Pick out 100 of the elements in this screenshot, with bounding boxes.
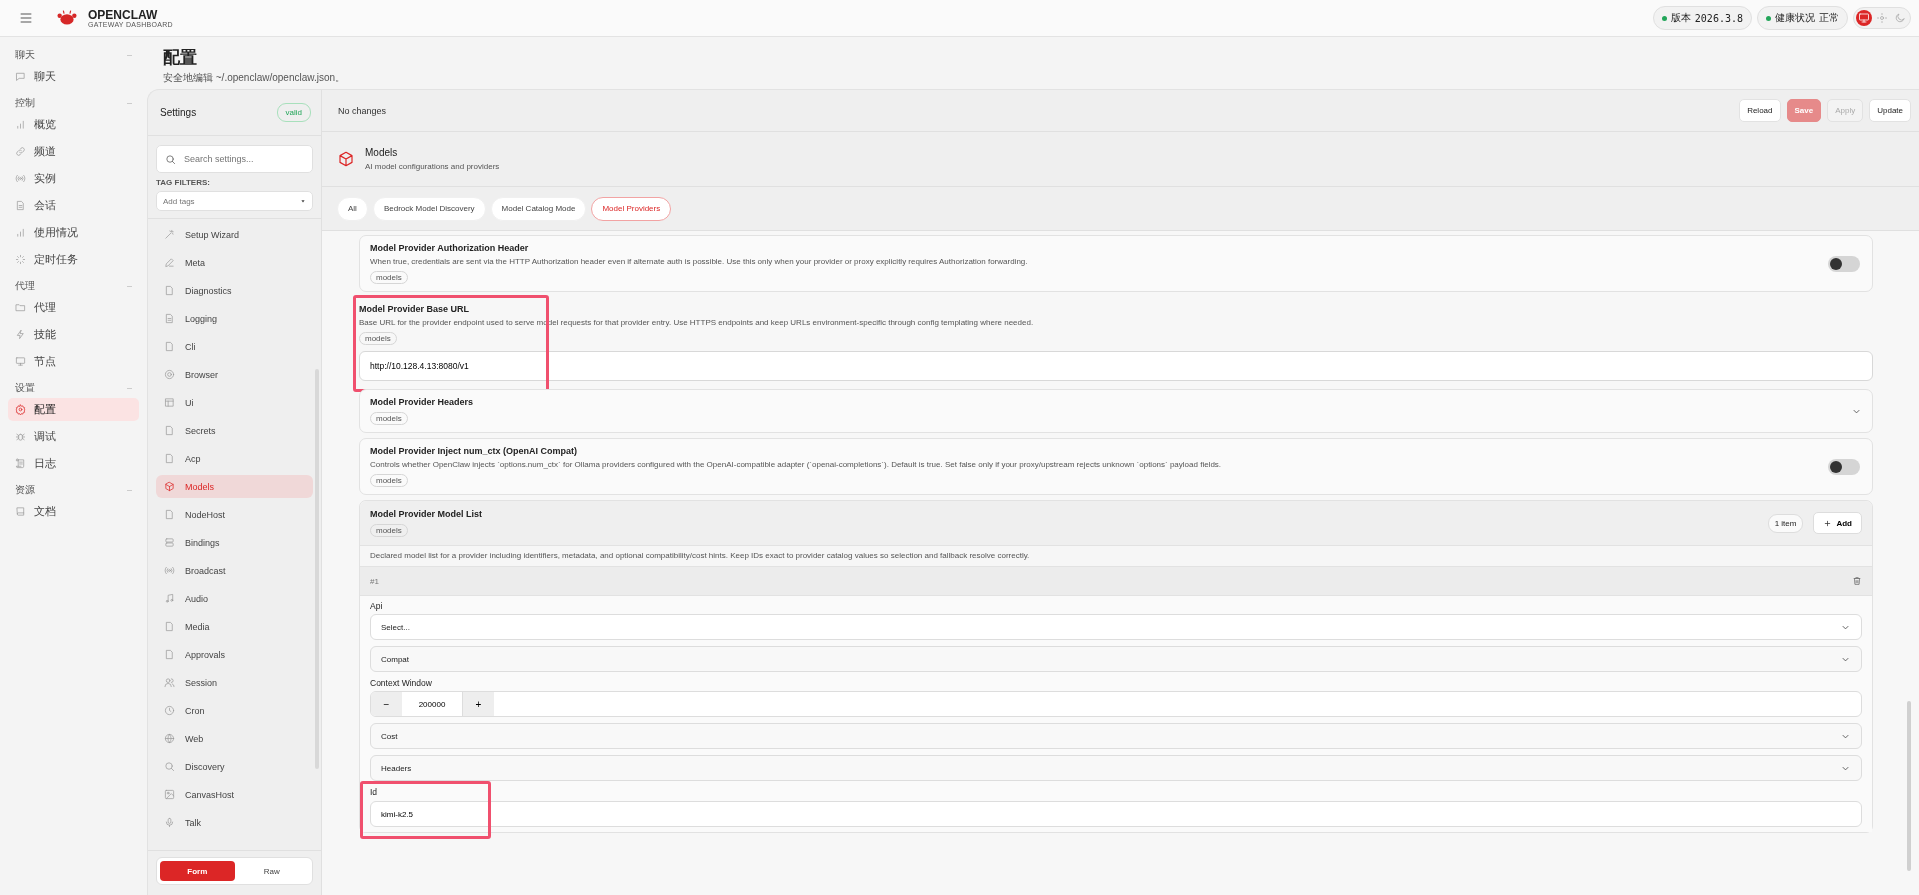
- nav-item[interactable]: 配置: [8, 398, 139, 421]
- chat-bubble-icon: [15, 71, 26, 82]
- settings-section-item[interactable]: Secrets: [156, 419, 313, 442]
- document-icon: [164, 313, 175, 324]
- scrollbar[interactable]: [1907, 701, 1911, 871]
- input-field[interactable]: kimi-k2.5: [370, 801, 1862, 827]
- setting-title: Model Provider Inject num_ctx (OpenAI Compat): [370, 446, 579, 456]
- settings-section-item[interactable]: Logging: [156, 307, 313, 330]
- setting-title: Model Provider Headers: [370, 397, 475, 407]
- settings-section-item[interactable]: Meta: [156, 251, 313, 274]
- nav-item[interactable]: 使用情况: [8, 221, 139, 244]
- nav-item[interactable]: 会话: [8, 194, 139, 217]
- decrement-button[interactable]: −: [371, 692, 402, 716]
- nav-item[interactable]: 代理: [8, 296, 139, 319]
- nav-group-title: 代理: [15, 279, 35, 293]
- nav-item[interactable]: 频道: [8, 140, 139, 163]
- settings-section-item[interactable]: Approvals: [156, 643, 313, 666]
- tag-filters-label: TAG FILTERS:: [156, 178, 211, 187]
- action-button[interactable]: Update: [1869, 99, 1911, 122]
- settings-section-item[interactable]: Broadcast: [156, 559, 313, 582]
- item-count-badge: 1 item: [1767, 513, 1804, 533]
- collapsible-field[interactable]: Cost: [370, 723, 1862, 749]
- toggle-switch[interactable]: [1828, 255, 1860, 272]
- settings-section-item[interactable]: Web: [156, 727, 313, 750]
- action-button[interactable]: Reload: [1739, 99, 1781, 122]
- mode-tab[interactable]: Raw: [234, 861, 309, 881]
- filter-tab[interactable]: Model Catalog Mode: [490, 196, 587, 221]
- settings-section-item[interactable]: Browser: [156, 363, 313, 386]
- file-icon: [164, 341, 175, 352]
- settings-section-item[interactable]: Audio: [156, 587, 313, 610]
- nav-item[interactable]: 节点: [8, 350, 139, 373]
- settings-section-item[interactable]: Cli: [156, 335, 313, 358]
- nav-item[interactable]: 概览: [8, 113, 139, 136]
- settings-section-item[interactable]: Bindings: [156, 531, 313, 554]
- settings-section-item[interactable]: Acp: [156, 447, 313, 470]
- settings-section-item[interactable]: Setup Wizard: [156, 223, 313, 246]
- broadcast-icon: [164, 565, 175, 576]
- nav-item[interactable]: 聊天: [8, 65, 139, 88]
- settings-title: Settings: [160, 107, 197, 118]
- settings-section-item[interactable]: Ui: [156, 391, 313, 414]
- brand-name: OPENCLAW: [88, 8, 159, 21]
- toggle-switch[interactable]: [1828, 458, 1860, 475]
- select-field[interactable]: Select...: [370, 614, 1862, 640]
- setting-title: Model Provider Base URL: [359, 304, 471, 314]
- change-status: No changes: [338, 105, 387, 116]
- increment-button[interactable]: +: [463, 692, 494, 716]
- bug-icon: [15, 431, 26, 442]
- theme-system-button[interactable]: [1856, 10, 1872, 26]
- book-icon: [15, 506, 26, 517]
- file-icon: [164, 621, 175, 632]
- wand-icon: [164, 229, 175, 240]
- gear-icon: [15, 404, 26, 415]
- nav-group-title: 聊天: [15, 48, 35, 62]
- settings-section-item[interactable]: Talk: [156, 811, 313, 834]
- setting-title: Model Provider Model List: [370, 509, 483, 519]
- broadcast-icon: [15, 173, 26, 184]
- cube-icon: [164, 481, 175, 492]
- setting-title: Model Provider Authorization Header: [370, 243, 530, 253]
- file-icon: [164, 649, 175, 660]
- circle-icon: [164, 369, 175, 380]
- file-icon: [164, 453, 175, 464]
- filter-tab[interactable]: Bedrock Model Discovery: [372, 196, 486, 221]
- collapsible-field[interactable]: Compat: [370, 646, 1862, 672]
- spinner-icon: [15, 254, 26, 265]
- settings-section-item[interactable]: Models: [156, 475, 313, 498]
- nav-item[interactable]: 实例: [8, 167, 139, 190]
- settings-section-item[interactable]: Session: [156, 671, 313, 694]
- nav-item[interactable]: 调试: [8, 425, 139, 448]
- sun-icon: [1876, 12, 1888, 24]
- file-icon: [164, 425, 175, 436]
- settings-section-item[interactable]: Discovery: [156, 755, 313, 778]
- input-field[interactable]: http://10.128.4.13:8080/v1: [359, 351, 1873, 381]
- search-field[interactable]: Search settings...: [156, 145, 313, 173]
- settings-section-item[interactable]: Cron: [156, 699, 313, 722]
- people-icon: [164, 677, 175, 688]
- trash-icon[interactable]: [1852, 576, 1862, 586]
- settings-section-item[interactable]: Media: [156, 615, 313, 638]
- field-label: Api: [370, 601, 384, 611]
- add-button[interactable]: Add: [1813, 512, 1862, 534]
- settings-section-item[interactable]: NodeHost: [156, 503, 313, 526]
- settings-section-item[interactable]: CanvasHost: [156, 783, 313, 806]
- settings-section-item[interactable]: Diagnostics: [156, 279, 313, 302]
- setting-description: When true, credentials are sent via the HTTP Authorization header even if alternate auth is possible. Use this only when your provider or proxy explicitly requires Authorization forwarding.: [370, 257, 1029, 266]
- nav-item[interactable]: 文档: [8, 500, 139, 523]
- nav-item[interactable]: 日志: [8, 452, 139, 475]
- bar-chart-icon: [15, 119, 26, 130]
- globe-icon: [164, 733, 175, 744]
- collapsible-field[interactable]: Headers: [370, 755, 1862, 781]
- nav-item[interactable]: 定时任务: [8, 248, 139, 271]
- menu-icon[interactable]: [18, 10, 34, 26]
- tags-dropdown[interactable]: Add tags: [156, 191, 313, 211]
- microphone-icon: [164, 817, 175, 828]
- filter-tab[interactable]: All: [337, 196, 368, 221]
- lightning-icon: [15, 329, 26, 340]
- server-icon: [164, 537, 175, 548]
- collapsible-setting[interactable]: Model Provider Headers models: [359, 389, 1873, 433]
- field-label: Context Window: [370, 678, 433, 688]
- nav-item[interactable]: 技能: [8, 323, 139, 346]
- mode-tab[interactable]: Form: [160, 861, 235, 881]
- filter-tab[interactable]: Model Providers: [591, 196, 672, 221]
